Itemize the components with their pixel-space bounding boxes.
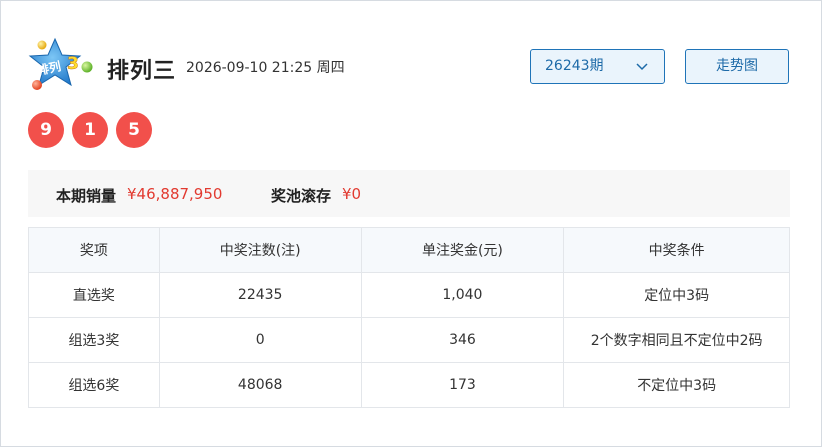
winner-count-cell: 22435 [158, 272, 362, 318]
column-header: 单注奖金(元) [360, 227, 565, 273]
draw-datetime: 2026-09-10 21:25 周四 [186, 60, 345, 76]
chevron-down-icon [636, 63, 648, 71]
result-ball: 9 [28, 112, 64, 148]
column-header: 中奖条件 [563, 227, 790, 273]
sales-label: 本期销量 [56, 187, 117, 205]
page-title: 排列三 [107, 59, 177, 84]
winner-count-cell: 0 [158, 317, 362, 363]
pool-value: ¥0 [342, 185, 362, 203]
column-header: 中奖注数(注) [158, 227, 362, 273]
result-ball: 1 [72, 112, 108, 148]
sales-stats-bar: 本期销量 ¥46,887,950 奖池滚存 ¥0 [28, 170, 790, 217]
pool-label: 奖池滚存 [271, 187, 332, 205]
table-row: 直选奖 22435 1,040 定位中3码 [28, 272, 790, 318]
table-row: 组选3奖 0 346 2个数字相同且不定位中2码 [28, 317, 790, 363]
prize-amount-cell: 1,040 [360, 272, 565, 318]
prize-name-cell: 直选奖 [28, 272, 160, 318]
svg-text:3: 3 [67, 54, 79, 74]
prize-amount-cell: 346 [360, 317, 565, 363]
trend-chart-button[interactable]: 走势图 [685, 49, 789, 84]
prize-amount-cell: 173 [360, 362, 565, 408]
pailie3-logo-icon: 排列 3 [28, 37, 93, 90]
win-condition-cell: 2个数字相同且不定位中2码 [563, 317, 790, 363]
prize-table: 奖项 中奖注数(注) 单注奖金(元) 中奖条件 直选奖 22435 1,040 … [28, 227, 790, 408]
result-ball: 5 [116, 112, 152, 148]
table-row: 组选6奖 48068 173 不定位中3码 [28, 362, 790, 408]
prize-name-cell: 组选6奖 [28, 362, 160, 408]
table-header-row: 奖项 中奖注数(注) 单注奖金(元) 中奖条件 [28, 227, 790, 273]
prize-name-cell: 组选3奖 [28, 317, 160, 363]
sales-value: ¥46,887,950 [127, 185, 223, 203]
win-condition-cell: 不定位中3码 [563, 362, 790, 408]
lottery-header: 排列 3 排列三 2026-09-10 21:25 周四 26243期 走势图 [28, 36, 790, 96]
period-select[interactable]: 26243期 [530, 49, 665, 84]
column-header: 奖项 [28, 227, 160, 273]
winner-count-cell: 48068 [158, 362, 362, 408]
period-select-value: 26243期 [545, 58, 604, 74]
win-condition-cell: 定位中3码 [563, 272, 790, 318]
